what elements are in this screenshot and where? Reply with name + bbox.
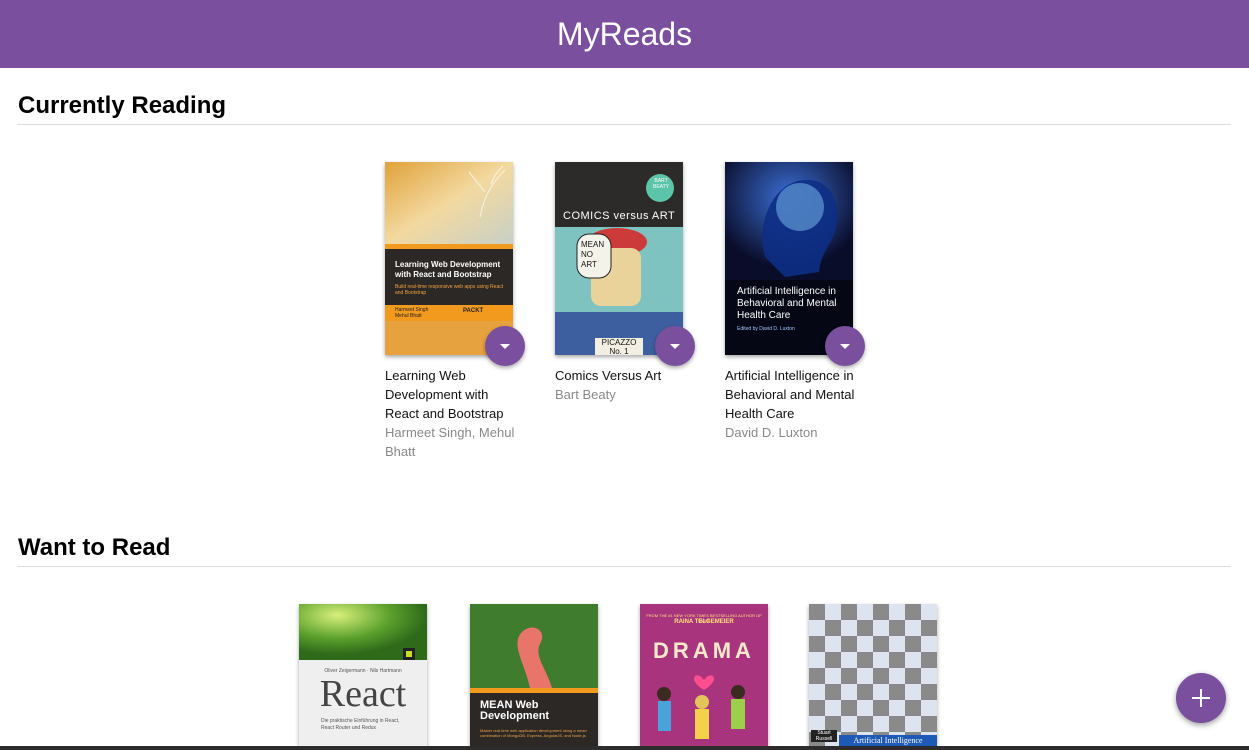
book-title: Artificial Intelligence in Behavioral an… [725, 368, 855, 421]
book-cover[interactable]: MEAN Web Development Master real-time we… [470, 604, 598, 746]
cover-subtitle: Build real-time responsive web apps usin… [395, 284, 504, 296]
book-cover[interactable]: BART BEATY COMICS versus ART MEAN NO ART… [555, 162, 683, 355]
cover-bubble: MEAN NO ART [581, 240, 605, 269]
book-cover[interactable]: Stuart Russell Artificial Intelligence [809, 604, 937, 746]
cover-sign: PICAZZO No. 1 [595, 338, 643, 355]
cover-headline: DRAMA [653, 638, 755, 663]
caret-down-icon [670, 343, 680, 349]
shelf-divider [17, 566, 1231, 567]
cover-headline: MEAN Web Development [480, 699, 550, 722]
cover-author: RAINA TELGEMEIER [674, 619, 734, 625]
book-authors: Harmeet Singh, Mehul Bhatt [385, 425, 515, 459]
caret-down-icon [840, 343, 850, 349]
shelf-changer-button[interactable] [485, 326, 525, 366]
shelf-changer-button[interactable] [825, 326, 865, 366]
book-authors: Bart Beaty [555, 387, 616, 402]
shelf-changer-button[interactable] [655, 326, 695, 366]
cover-subtitle: Master real-time web application develop… [480, 728, 587, 738]
cover-headline: Artificial Intelligence in Behavioral an… [737, 286, 837, 321]
window-bottom-bar [0, 746, 1249, 750]
add-book-button[interactable] [1176, 673, 1226, 723]
book-cover[interactable]: FROM THE #1 NEW YORK TIMES BESTSELLING A… [640, 604, 768, 746]
app-title: MyReads [556, 15, 693, 52]
shelf-title-currently-reading: Currently Reading [18, 92, 227, 119]
cover-headline: Learning Web Development with React and … [395, 260, 501, 279]
shelf-title-want-to-read: Want to Read [18, 534, 171, 561]
cover-headline: React [319, 673, 407, 715]
caret-down-icon [500, 343, 510, 349]
cover-author: Stuart Russell [811, 730, 837, 742]
cover-badge: BART BEATY [652, 178, 670, 190]
app-header: MyReads [0, 0, 1249, 68]
book-cover[interactable]: Artificial Intelligence in Behavioral an… [725, 162, 853, 355]
book-title: Comics Versus Art [555, 368, 662, 383]
book-cover[interactable]: Learning Web Development with React and … [385, 162, 513, 355]
cover-publisher: PACKT [463, 308, 484, 314]
cover-headline: Artificial Intelligence [839, 735, 937, 746]
book-cover[interactable]: Oliver Zeigermann · Nils Hartmann React … [299, 604, 427, 746]
cover-headline: COMICS versus ART [563, 210, 676, 222]
cover-subtitle: Die praktische Einführung in React, Reac… [321, 718, 400, 731]
book-title: Learning Web Development with React and … [385, 368, 504, 421]
plus-icon [1192, 689, 1210, 707]
cover-authors: Harmeet Singh Mehul Bhatt [395, 307, 429, 319]
book-authors: David D. Luxton [725, 425, 818, 440]
shelf-divider [17, 124, 1231, 125]
